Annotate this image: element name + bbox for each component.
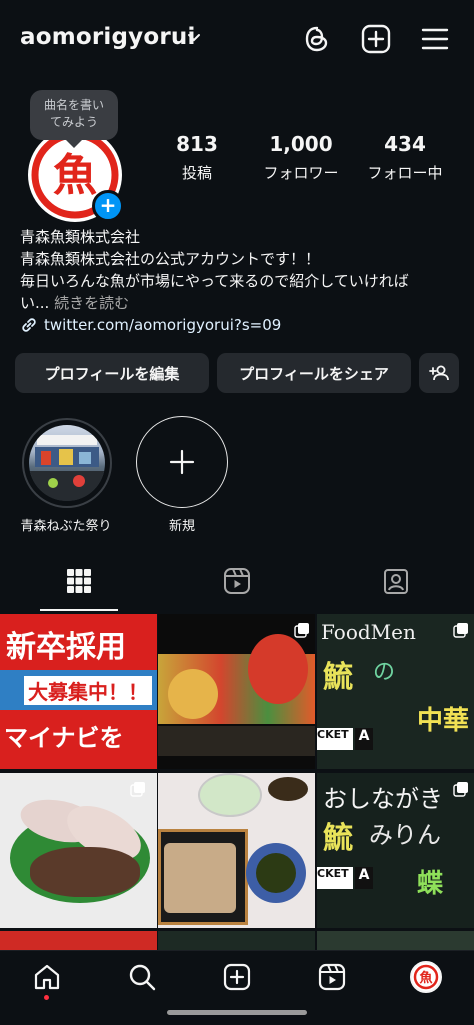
profile-name: 青森魚類株式会社 xyxy=(20,228,141,246)
bio-line-1: 青森魚類株式会社の公式アカウントです！！ xyxy=(20,250,321,268)
highlight-nebuta[interactable] xyxy=(29,425,105,501)
post-thumbnail-menu-board[interactable]: FoodMen 鯍 の 中華 CKET A xyxy=(317,614,474,769)
post-thumbnail-recruit[interactable]: 新卒採用 大募集中！！ マイナビを xyxy=(0,614,157,769)
multi-post-icon xyxy=(130,782,145,797)
add-person-icon xyxy=(429,365,449,381)
threads-icon[interactable] xyxy=(300,22,334,56)
post-thumbnail-row3-2[interactable] xyxy=(158,931,315,950)
followers-count[interactable]: 1,000 フォロワー xyxy=(246,132,356,183)
plus-icon xyxy=(169,449,195,475)
post-thumbnail-nebuta-float[interactable] xyxy=(158,614,315,769)
highlight-label-new: 新規 xyxy=(168,519,195,534)
multi-post-icon xyxy=(453,623,468,638)
chevron-down-icon[interactable] xyxy=(186,30,202,46)
bio-link[interactable]: twitter.com/aomorigyorui?s=09 xyxy=(20,316,281,334)
post-thumbnail-soba[interactable] xyxy=(158,773,315,928)
new-highlight-button[interactable] xyxy=(136,416,228,508)
note-tooltip[interactable]: 曲名を書い てみよう xyxy=(30,90,118,148)
bio-line-2: 毎日いろんな魚が市場にやって来るので紹介していければ xyxy=(20,272,409,290)
edit-profile-button[interactable]: プロフィールを編集 xyxy=(15,353,209,393)
posts-count[interactable]: 813 投稿 xyxy=(142,132,252,183)
svg-text:魚: 魚 xyxy=(419,970,432,986)
read-more-link[interactable]: 続きを読む xyxy=(54,294,129,312)
create-icon[interactable] xyxy=(222,962,252,992)
reels-nav-icon[interactable] xyxy=(317,962,347,992)
tagged-icon[interactable] xyxy=(381,566,411,596)
home-notification-dot xyxy=(44,995,49,1000)
add-story-badge[interactable]: + xyxy=(92,190,124,222)
profile-avatar-icon[interactable]: 魚 xyxy=(410,961,442,993)
search-icon[interactable] xyxy=(127,962,157,992)
profile-username[interactable]: aomorigyorui xyxy=(20,24,196,50)
menu-icon[interactable] xyxy=(418,22,452,56)
plus-square-icon[interactable] xyxy=(359,22,393,56)
multi-post-icon xyxy=(453,782,468,797)
following-count[interactable]: 434 フォロー中 xyxy=(350,132,460,183)
link-icon xyxy=(22,318,36,332)
share-profile-button[interactable]: プロフィールをシェア xyxy=(217,353,411,393)
reels-icon[interactable] xyxy=(222,566,252,596)
bio-line-3: い... 続きを読む xyxy=(20,294,130,312)
highlight-label-nebuta: 青森ねぶた祭り xyxy=(20,519,112,534)
home-icon[interactable] xyxy=(32,962,62,992)
post-thumbnail-menu-board-2[interactable]: おしながき 鯍 みりん 蝶 CKET A xyxy=(317,773,474,928)
svg-text:魚: 魚 xyxy=(53,150,97,201)
grid-icon[interactable] xyxy=(64,566,94,596)
discover-people-button[interactable] xyxy=(419,353,459,393)
system-home-indicator xyxy=(167,1010,307,1015)
post-thumbnail-row3-1[interactable] xyxy=(0,931,157,950)
post-thumbnail-flatfish[interactable] xyxy=(0,773,157,928)
post-thumbnail-row3-3[interactable] xyxy=(317,931,474,950)
active-tab-indicator xyxy=(40,609,118,611)
multi-post-icon xyxy=(294,623,309,638)
